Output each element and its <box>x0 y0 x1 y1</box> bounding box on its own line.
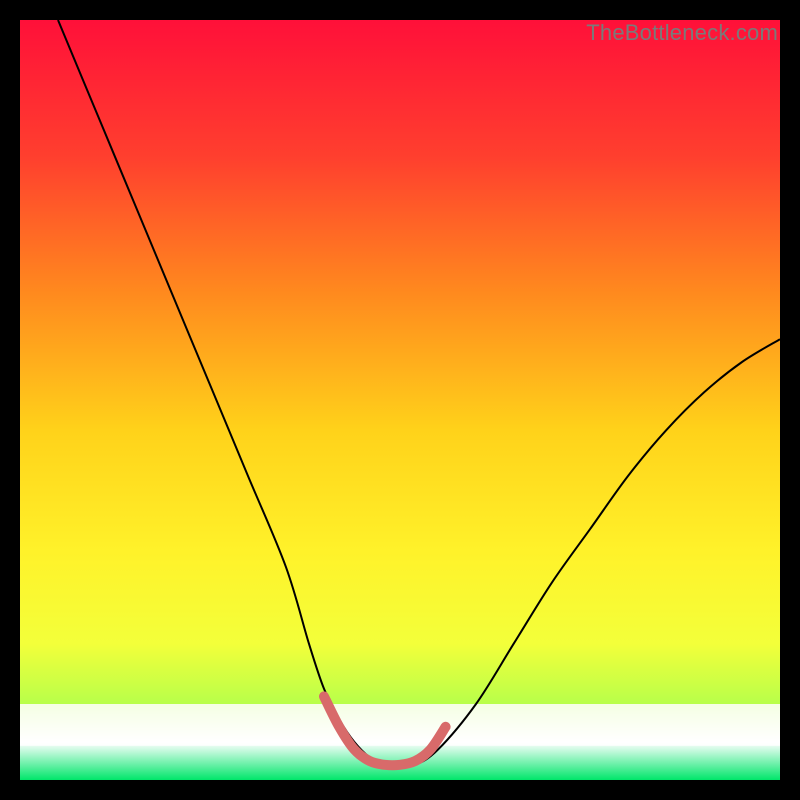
gradient-background <box>20 20 780 780</box>
chart-frame: TheBottleneck.com <box>20 20 780 780</box>
bottleneck-chart <box>20 20 780 780</box>
watermark-text: TheBottleneck.com <box>586 20 778 46</box>
white-band <box>20 704 780 746</box>
